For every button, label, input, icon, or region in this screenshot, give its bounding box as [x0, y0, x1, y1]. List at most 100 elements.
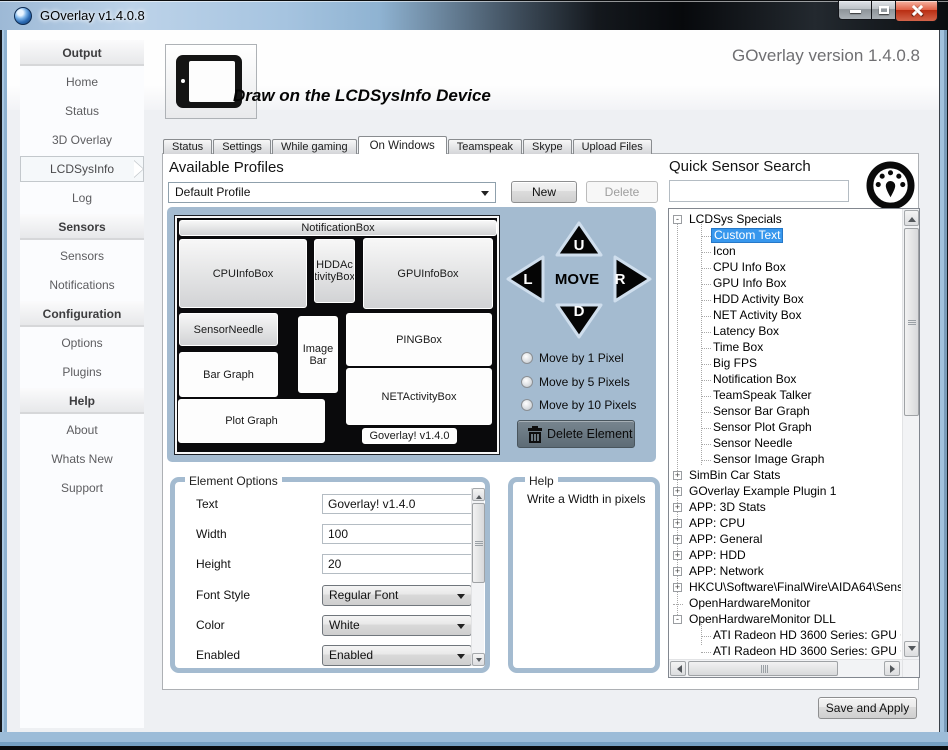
sidebar-item-plugins[interactable]: Plugins [20, 359, 144, 385]
scroll-thumb[interactable] [688, 661, 838, 676]
lcd-element-hddac-tivitybox[interactable]: HDDAc tivityBox [314, 239, 355, 303]
lcd-element-goverlay-v1-4-0[interactable]: Goverlay! v1.4.0 [362, 428, 457, 444]
tree-item-gpu-info-box[interactable]: GPU Info Box [711, 276, 788, 291]
tree-item-app-general[interactable]: APP: General [687, 532, 764, 547]
tree-item-ati-radeon-hd-3600-series-gpu-co[interactable]: ATI Radeon HD 3600 Series: GPU Co [711, 644, 901, 659]
tree-expander-expand-icon[interactable]: + [673, 487, 682, 496]
tree-item-teamspeak-talker[interactable]: TeamSpeak Talker [711, 388, 814, 403]
delete-element-button[interactable]: Delete Element [517, 420, 635, 448]
tab-teamspeak[interactable]: Teamspeak [448, 139, 522, 154]
tree-item-app-3d-stats[interactable]: APP: 3D Stats [687, 500, 768, 515]
tree-item-openhardwaremonitor-dll[interactable]: OpenHardwareMonitor DLL [687, 612, 838, 627]
tree-item-app-hdd[interactable]: APP: HDD [687, 548, 748, 563]
close-button[interactable] [895, 1, 938, 22]
radio-move-by-10-pixels[interactable] [521, 399, 533, 411]
tree-item-lcdsys-specials[interactable]: LCDSys Specials [687, 212, 784, 227]
tree-item-app-cpu[interactable]: APP: CPU [687, 516, 747, 531]
sidebar-item-support[interactable]: Support [20, 475, 144, 501]
tree-item-sensor-image-graph[interactable]: Sensor Image Graph [711, 452, 826, 467]
tree-vertical-scrollbar[interactable] [902, 209, 919, 659]
title-bar[interactable]: GOverlay v1.4.0.8 [0, 0, 948, 30]
lcd-element-image-bar[interactable]: Image Bar [298, 316, 338, 393]
tree-expander-expand-icon[interactable]: + [673, 519, 682, 528]
tree-item-goverlay-example-plugin-1[interactable]: GOverlay Example Plugin 1 [687, 484, 838, 499]
tree-item-custom-text[interactable]: Custom Text [711, 228, 783, 243]
tree-item-notification-box[interactable]: Notification Box [711, 372, 798, 387]
tab-on-windows[interactable]: On Windows [358, 136, 447, 154]
tree-item-simbin-car-stats[interactable]: SimBin Car Stats [687, 468, 782, 483]
lcd-element-gpuinfobox[interactable]: GPUInfoBox [363, 238, 493, 309]
tree-expander-expand-icon[interactable]: + [673, 503, 682, 512]
tree-item-net-activity-box[interactable]: NET Activity Box [711, 308, 803, 323]
sidebar-item-log[interactable]: Log [20, 185, 144, 211]
sidebar-item-status[interactable]: Status [20, 98, 144, 124]
element-options-scrollbar[interactable] [471, 488, 484, 666]
lcd-element-cpuinfobox[interactable]: CPUInfoBox [179, 239, 307, 308]
tree-item-sensor-bar-graph[interactable]: Sensor Bar Graph [711, 404, 812, 419]
sidebar-item-about[interactable]: About [20, 417, 144, 443]
sidebar-item-whats-new[interactable]: Whats New [20, 446, 144, 472]
radio-label-move-by-10-pixels[interactable]: Move by 10 Pixels [539, 398, 636, 412]
tree-item-big-fps[interactable]: Big FPS [711, 356, 759, 371]
tree-expander-expand-icon[interactable]: + [673, 583, 682, 592]
profile-dropdown[interactable]: Default Profile [168, 182, 496, 203]
radio-move-by-5-pixels[interactable] [521, 376, 533, 388]
minimize-button[interactable] [838, 1, 872, 20]
field-font-style-dropdown[interactable]: Regular Font [322, 585, 472, 606]
tree-item-hdd-activity-box[interactable]: HDD Activity Box [711, 292, 806, 307]
delete-profile-button[interactable]: Delete [586, 181, 658, 203]
scroll-thumb[interactable] [904, 228, 919, 416]
scroll-up-button[interactable] [472, 488, 485, 501]
sensor-search-input[interactable] [669, 180, 849, 202]
tab-upload-files[interactable]: Upload Files [573, 139, 652, 154]
sidebar-item-3d-overlay[interactable]: 3D Overlay [20, 127, 144, 153]
new-profile-button[interactable]: New [511, 181, 577, 203]
scroll-up-button[interactable] [904, 210, 919, 226]
field-enabled-dropdown[interactable]: Enabled [322, 645, 472, 666]
tree-item-sensor-needle[interactable]: Sensor Needle [711, 436, 794, 451]
tree-item-icon[interactable]: Icon [711, 244, 738, 259]
radio-label-move-by-5-pixels[interactable]: Move by 5 Pixels [539, 375, 630, 389]
radio-move-by-1-pixel[interactable] [521, 352, 533, 364]
scroll-left-button[interactable] [670, 661, 686, 676]
tab-settings[interactable]: Settings [213, 139, 271, 154]
tree-expander-collapse-icon[interactable]: - [673, 615, 682, 624]
sidebar-item-notifications[interactable]: Notifications [20, 272, 144, 298]
sidebar-item-sensors[interactable]: Sensors [20, 243, 144, 269]
tree-item-hkcu-software-finalwire-aida64-senso[interactable]: HKCU\Software\FinalWire\AIDA64\Senso [687, 580, 901, 595]
scroll-thumb[interactable] [472, 503, 485, 583]
scroll-down-button[interactable] [472, 653, 485, 666]
tree-item-time-box[interactable]: Time Box [711, 340, 765, 355]
tree-item-openhardwaremonitor[interactable]: OpenHardwareMonitor [687, 596, 812, 611]
tree-item-ati-radeon-hd-3600-series-gpu-co[interactable]: ATI Radeon HD 3600 Series: GPU Co [711, 628, 901, 643]
maximize-button[interactable] [871, 1, 896, 20]
field-text-input[interactable]: Goverlay! v1.4.0 [322, 494, 472, 514]
lcd-element-netactivitybox[interactable]: NETActivityBox [346, 368, 492, 425]
radio-label-move-by-1-pixel[interactable]: Move by 1 Pixel [539, 351, 624, 365]
sidebar-item-lcdsysinfo[interactable]: LCDSysInfo [20, 156, 144, 182]
field-height-input[interactable]: 20 [322, 554, 472, 574]
scroll-down-button[interactable] [904, 641, 919, 657]
tree-item-sensor-plot-graph[interactable]: Sensor Plot Graph [711, 420, 814, 435]
tree-expander-expand-icon[interactable]: + [673, 551, 682, 560]
lcd-element-plot-graph[interactable]: Plot Graph [178, 399, 325, 443]
sidebar-item-options[interactable]: Options [20, 330, 144, 356]
tree-expander-expand-icon[interactable]: + [673, 567, 682, 576]
tab-status[interactable]: Status [163, 139, 212, 154]
tree-item-app-network[interactable]: APP: Network [687, 564, 766, 579]
scroll-right-button[interactable] [884, 661, 900, 676]
tree-horizontal-scrollbar[interactable] [669, 659, 902, 677]
lcd-element-sensorneedle[interactable]: SensorNeedle [179, 313, 278, 346]
lcd-element-notificationbox[interactable]: NotificationBox [179, 220, 497, 236]
lcd-element-pingbox[interactable]: PINGBox [346, 313, 492, 366]
field-color-dropdown[interactable]: White [322, 615, 472, 636]
save-and-apply-button[interactable]: Save and Apply [818, 697, 917, 719]
tab-skype[interactable]: Skype [523, 139, 572, 154]
sidebar-item-home[interactable]: Home [20, 69, 144, 95]
tab-while-gaming[interactable]: While gaming [272, 139, 357, 154]
tree-expander-expand-icon[interactable]: + [673, 535, 682, 544]
field-width-input[interactable]: 100 [322, 524, 472, 544]
tree-item-latency-box[interactable]: Latency Box [711, 324, 781, 339]
tree-item-cpu-info-box[interactable]: CPU Info Box [711, 260, 788, 275]
tree-expander-collapse-icon[interactable]: - [673, 215, 682, 224]
